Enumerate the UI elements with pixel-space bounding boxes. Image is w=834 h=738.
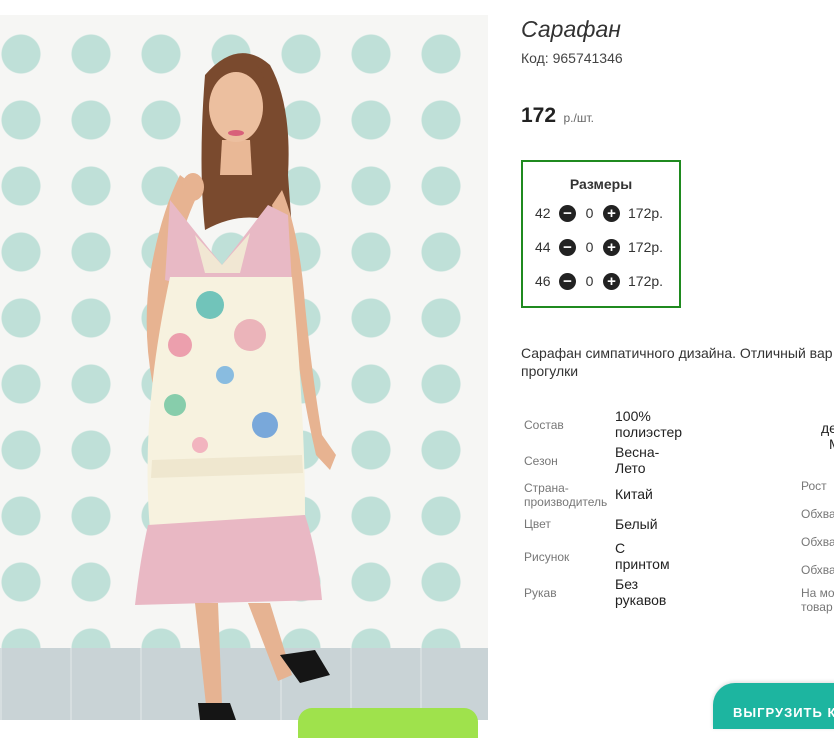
property-label-right: Рост <box>801 479 827 493</box>
property-label-right: Обхва <box>801 563 834 577</box>
property-value: Весна-Лето <box>615 444 660 476</box>
property-value: С принтом <box>615 540 670 572</box>
property-label: Рукав <box>524 586 557 600</box>
property-label: Цвет <box>524 517 551 531</box>
size-quantity[interactable]: 0 <box>576 273 603 289</box>
property-value: Белый <box>615 516 658 532</box>
plus-circle-icon[interactable]: + <box>603 238 620 256</box>
plus-circle-icon[interactable]: + <box>603 204 620 222</box>
product-code: Код: 965741346 <box>521 50 623 66</box>
sizes-title: Размеры <box>569 176 633 192</box>
property-label-right: На мо товар <box>801 586 834 614</box>
size-label: 44 <box>535 239 551 255</box>
size-quantity[interactable]: 0 <box>576 205 603 221</box>
product-photo[interactable] <box>0 15 488 720</box>
property-value: Без рукавов <box>615 576 667 608</box>
property-label: Состав <box>524 418 564 432</box>
size-label: 42 <box>535 205 551 221</box>
property-label-right: Обхва <box>801 535 834 549</box>
size-quantity[interactable]: 0 <box>576 239 603 255</box>
property-label: Сезон <box>524 454 558 468</box>
property-label-right: Обхва <box>801 507 834 521</box>
size-label: 46 <box>535 273 551 289</box>
photo-action-button[interactable] <box>298 708 478 738</box>
minus-circle-icon[interactable]: − <box>559 238 576 256</box>
property-value: 100% полиэстер <box>615 408 683 440</box>
price-unit: р./шт. <box>563 111 594 125</box>
size-row: 46 − 0 + 172р. <box>535 271 663 291</box>
property-label: Страна-производитель <box>524 481 608 509</box>
property-label: Рисунок <box>524 550 570 564</box>
price-amount: 172 <box>521 104 557 127</box>
export-button[interactable]: ВЫГРУЗИТЬ К <box>713 683 834 729</box>
minus-circle-icon[interactable]: − <box>559 204 576 222</box>
size-row: 44 − 0 + 172р. <box>535 237 663 257</box>
property-value-partial: М <box>829 436 834 452</box>
size-price: 172р. <box>628 205 664 221</box>
size-price: 172р. <box>628 239 664 255</box>
property-value-partial: де <box>821 420 834 436</box>
size-row: 42 − 0 + 172р. <box>535 203 663 223</box>
product-price: 172 р./шт. <box>521 104 594 128</box>
sizes-panel: Размеры 42 − 0 + 172р. 44 − 0 + 172р. 46… <box>521 160 681 308</box>
product-description: Сарафан симпатичного дизайна. Отличный в… <box>521 345 833 379</box>
size-price: 172р. <box>628 273 664 289</box>
model-in-dress-image <box>135 53 336 720</box>
property-value: Китай <box>615 486 653 502</box>
plus-circle-icon[interactable]: + <box>603 272 620 290</box>
minus-circle-icon[interactable]: − <box>559 272 576 290</box>
product-title: Сарафан <box>521 16 621 42</box>
